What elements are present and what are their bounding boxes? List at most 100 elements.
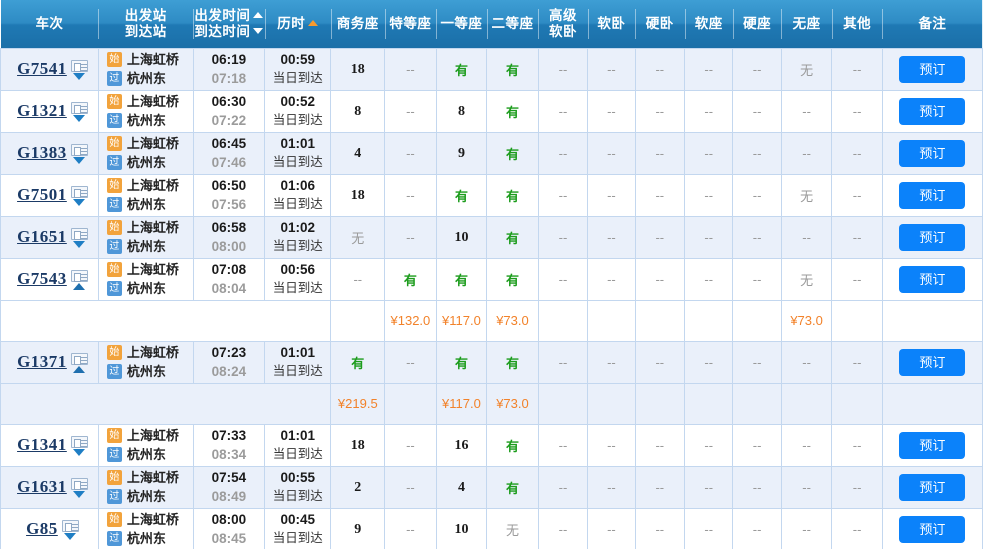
train-detail-icon[interactable] [70,269,88,282]
col-header-gj-soft-sleeper[interactable]: 高级 软卧 [538,0,587,48]
cell-stations: 始上海虹桥过杭州东 [97,507,194,549]
train-detail-icon[interactable] [70,59,88,72]
seat-value: 2 [354,479,362,495]
arrive-time: 08:24 [211,364,247,379]
chevron-down-icon[interactable] [73,490,86,498]
train-detail-icon[interactable] [70,143,88,156]
cell-seat-business: -- [330,257,386,301]
col-header-duration[interactable]: 历时 [264,0,331,48]
depart-time: 07:08 [211,262,247,277]
col-header-soft-seat[interactable]: 软座 [684,0,733,48]
book-button[interactable]: 预订 [899,55,966,83]
book-button[interactable]: 预订 [899,515,966,543]
train-number-link[interactable]: G1651 [17,227,67,247]
train-detail-icon[interactable] [70,435,88,448]
train-detail-icon[interactable] [70,477,88,490]
seat-value: -- [558,187,568,203]
col-header-business[interactable]: 商务座 [330,0,385,48]
chevron-down-icon[interactable] [73,198,86,206]
train-detail-icon[interactable] [61,519,79,532]
col-header-hard-sleeper[interactable]: 硬卧 [635,0,684,48]
chevron-down-icon[interactable] [64,532,77,540]
cell-remark: 预订 [881,215,983,259]
cell-train-no: G1383 [0,131,99,175]
col-header-train-no[interactable]: 车次 [1,0,99,48]
train-number-link[interactable]: G85 [26,519,58,539]
col-header-remark[interactable]: 备注 [882,0,982,48]
book-button[interactable]: 预订 [899,181,966,209]
book-button[interactable]: 预订 [899,265,966,293]
pass-station-badge: 过 [106,197,122,212]
book-button[interactable]: 预订 [899,431,966,459]
train-number-link[interactable]: G1383 [17,143,67,163]
chevron-up-icon[interactable] [73,282,86,290]
train-number-link[interactable]: G7541 [17,59,67,79]
duration-value: 00:59 [280,52,316,67]
col-header-soft-sleeper[interactable]: 软卧 [587,0,635,48]
seat-value: 无 [800,188,814,204]
train-number-link[interactable]: G7543 [17,269,67,289]
train-number-link[interactable]: G1321 [17,101,67,121]
price-value: ¥73.0 [790,313,823,328]
col-header-first-class[interactable]: 一等座 [436,0,487,48]
price-value: ¥219.5 [337,396,378,411]
cell-seat-other: -- [831,173,883,217]
cell-remark: 预订 [881,257,983,301]
sort-asc-active-icon[interactable] [308,20,319,27]
chevron-up-icon[interactable] [73,365,86,373]
cell-price-special [384,382,437,425]
book-button[interactable]: 预订 [899,139,966,167]
seat-value: -- [406,479,415,495]
cell-seat-other: -- [831,257,883,301]
train-detail-icon[interactable] [70,352,88,365]
chevron-down-icon[interactable] [73,156,86,164]
chevron-down-icon[interactable] [73,114,86,122]
cell-seat-other: -- [831,131,883,175]
depart-time: 06:19 [211,52,247,67]
chevron-down-icon[interactable] [73,72,86,80]
col-header-stations[interactable]: 出发站 到达站 [98,0,193,48]
train-number-link[interactable]: G7501 [17,185,67,205]
train-number-link[interactable]: G1631 [17,477,67,497]
cell-seat-hard-sleeper: -- [634,173,686,217]
train-detail-icon[interactable] [70,101,88,114]
sort-desc-icon[interactable] [253,28,264,35]
train-number-link[interactable]: G1341 [17,435,67,455]
header-divider [193,9,195,39]
book-button[interactable]: 预订 [899,473,966,501]
col-header-other[interactable]: 其他 [831,0,883,48]
seat-value: 有 [505,272,519,288]
col-header-second-class[interactable]: 二等座 [486,0,539,48]
cell-seat-other: -- [831,507,883,549]
book-button[interactable]: 预订 [899,223,966,251]
price-value: ¥117.0 [442,396,481,411]
chevron-down-icon[interactable] [73,448,86,456]
col-header-hard-seat[interactable]: 硬座 [732,0,781,48]
seat-value: -- [704,145,714,161]
cell-seat-hard-seat: -- [732,89,782,133]
cell-seat-business: 无 [330,215,386,259]
col-label-arrive-time-row[interactable]: 到达时间 [194,24,264,40]
seat-value: -- [558,103,568,119]
seat-value: -- [752,61,762,77]
table-row: G1321 始上海虹桥过杭州东 06:30 07:22 00:52 当日到达 8 -- 8 有 --… [0,89,983,133]
sort-asc-icon[interactable] [253,12,264,19]
train-detail-icon[interactable] [70,185,88,198]
cell-seat-other: -- [831,340,883,384]
train-number-link[interactable]: G1371 [17,352,67,372]
col-header-no-seat[interactable]: 无座 [781,0,832,48]
col-header-times[interactable]: 出发时间 到达时间 [193,0,265,48]
book-button[interactable]: 预订 [899,348,966,376]
cell-seat-soft-seat: -- [684,215,734,259]
cell-seat-business: 2 [330,465,386,509]
cell-seat-no-seat: -- [780,215,833,259]
book-button[interactable]: 预订 [899,97,966,125]
col-header-special[interactable]: 特等座 [384,0,437,48]
pass-station-badge: 过 [106,281,122,296]
table-row: G1631 始上海虹桥过杭州东 07:54 08:49 00:55 当日到达 2 -- 4 有 --… [0,465,983,509]
col-label-depart-time-row[interactable]: 出发时间 [194,8,264,24]
train-detail-icon[interactable] [70,227,88,240]
chevron-down-icon[interactable] [73,240,86,248]
seat-value: -- [752,145,762,161]
cell-times: 07:23 08:24 [192,340,266,384]
